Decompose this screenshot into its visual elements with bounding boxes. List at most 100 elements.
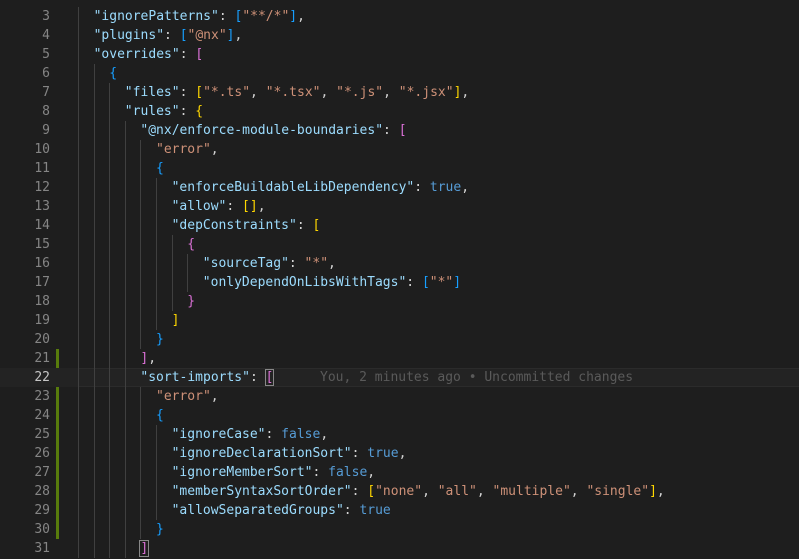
indent-guide <box>124 216 126 235</box>
indent-guide <box>124 311 126 330</box>
code-line[interactable]: 8 "rules": { <box>0 102 799 121</box>
code-line[interactable]: 28 "memberSyntaxSortOrder": ["none", "all… <box>0 482 799 501</box>
code-line[interactable]: 19] <box>0 311 799 330</box>
bracket: ] <box>139 540 150 557</box>
indent-guide <box>93 425 95 444</box>
punctuation: , <box>234 28 243 43</box>
boolean-value: true <box>429 180 462 195</box>
punctuation: : <box>343 503 360 518</box>
code-text: "ignoreCase": false, <box>172 425 329 444</box>
code-line[interactable]: 24 { <box>0 406 799 425</box>
line-number: 9 <box>42 123 50 138</box>
code-line[interactable]: 26 "ignoreDeclarationSort": true, <box>0 444 799 463</box>
indent-guide <box>156 425 157 444</box>
line-number: 18 <box>34 294 50 309</box>
bracket: [ <box>312 218 321 233</box>
indent-guide <box>140 292 142 311</box>
git-blame-annotation[interactable]: You, 2 minutes ago • Uncommitted changes <box>320 368 633 387</box>
code-line[interactable]: 22 "sort-imports": [You, 2 minutes ago • … <box>0 368 799 387</box>
punctuation: , <box>297 9 305 24</box>
indent-guide <box>171 235 173 254</box>
indent-guide <box>93 140 95 159</box>
indent-guide <box>93 501 95 520</box>
bracket: [ <box>367 484 376 499</box>
indent-guide <box>124 444 126 463</box>
code-line[interactable]: 30} <box>0 520 799 539</box>
line-number: 23 <box>34 389 50 404</box>
code-line[interactable]: 31] <box>0 539 799 558</box>
punctuation: : <box>383 123 399 138</box>
code-line[interactable]: 13 "allow": [], <box>0 197 799 216</box>
code-line[interactable]: 25 "ignoreCase": false, <box>0 425 799 444</box>
code-line[interactable]: 4 "plugins": ["@nx"], <box>0 26 799 45</box>
code-line[interactable]: 21], <box>0 349 799 368</box>
code-line[interactable]: 10 "error", <box>0 140 799 159</box>
indent-guide <box>109 235 111 254</box>
indent-guide <box>124 330 126 349</box>
line-number: 16 <box>34 256 50 271</box>
code-line[interactable]: 5 "overrides": [ <box>0 45 799 64</box>
code-text: "ignorePatterns": ["**/*"], <box>94 7 305 26</box>
indent-guide <box>93 368 95 387</box>
string-value: "*" <box>304 256 329 271</box>
code-line[interactable]: 16 "sourceTag": "*", <box>0 254 799 273</box>
property-key: "overrides" <box>93 47 180 62</box>
boolean-value: true <box>367 446 399 461</box>
code-text: { <box>156 406 164 425</box>
code-line[interactable]: 18} <box>0 292 799 311</box>
code-line[interactable]: 6{ <box>0 64 799 83</box>
code-line[interactable]: 29 "allowSeparatedGroups": true <box>0 501 799 520</box>
indent-guide <box>140 273 142 292</box>
punctuation: : <box>351 446 368 461</box>
bracket: } <box>187 294 196 309</box>
indent-guide <box>78 273 79 292</box>
indent-guide <box>124 273 126 292</box>
code-text: "allow": [], <box>172 197 266 216</box>
indent-guide <box>93 463 95 482</box>
indent-guide <box>78 254 79 273</box>
indent-guide <box>140 387 142 406</box>
indent-guide <box>109 121 111 140</box>
indent-guide <box>78 292 79 311</box>
line-number: 3 <box>42 9 50 24</box>
indent-guide <box>124 520 126 539</box>
string-value: "*.jsx" <box>398 85 454 100</box>
line-number: 29 <box>34 503 50 518</box>
indent-guide <box>93 444 95 463</box>
punctuation: , <box>210 389 219 404</box>
code-line[interactable]: 27 "ignoreMemberSort": false, <box>0 463 799 482</box>
indent-guide <box>78 520 79 539</box>
code-line[interactable]: 11 { <box>0 159 799 178</box>
code-line[interactable]: 12 "enforceBuildableLibDependency": true, <box>0 178 799 197</box>
line-number: 21 <box>34 351 50 366</box>
indent-guide <box>93 197 95 216</box>
bracket: } <box>156 332 164 347</box>
code-line[interactable]: 17 "onlyDependOnLibsWithTags": ["*"] <box>0 273 799 292</box>
code-line[interactable]: 7 "files": ["*.ts", "*.tsx", "*.js", "*.j… <box>0 83 799 102</box>
indent-guide <box>140 406 142 425</box>
code-line[interactable]: 3 "ignorePatterns": ["**/*"], <box>0 7 799 26</box>
code-line[interactable]: 15 { <box>0 235 799 254</box>
punctuation: : <box>406 275 422 290</box>
bracket: ] <box>453 275 462 290</box>
code-text: { <box>156 159 164 178</box>
property-key: "rules" <box>124 104 180 119</box>
code-text: ], <box>140 349 156 368</box>
bracket: ] <box>226 28 235 43</box>
code-line[interactable]: 14 "depConstraints": [ <box>0 216 799 235</box>
code-line[interactable]: 9 "@nx/enforce-module-boundaries": [ <box>0 121 799 140</box>
boolean-value: false <box>328 465 368 480</box>
bracket: { <box>195 104 204 119</box>
indent-guide <box>78 368 79 387</box>
indent-guide <box>93 121 95 140</box>
code-text: } <box>156 330 164 349</box>
indent-guide <box>78 64 79 83</box>
punctuation: , <box>656 484 665 499</box>
code-text: { <box>109 64 117 83</box>
line-number: 28 <box>34 484 50 499</box>
indent-guide <box>140 311 142 330</box>
bracket: [ <box>179 28 188 43</box>
code-editor[interactable]: 3 "ignorePatterns": ["**/*"], 4 "plugins": … <box>0 0 799 559</box>
code-line[interactable]: 23 "error", <box>0 387 799 406</box>
code-line[interactable]: 20} <box>0 330 799 349</box>
